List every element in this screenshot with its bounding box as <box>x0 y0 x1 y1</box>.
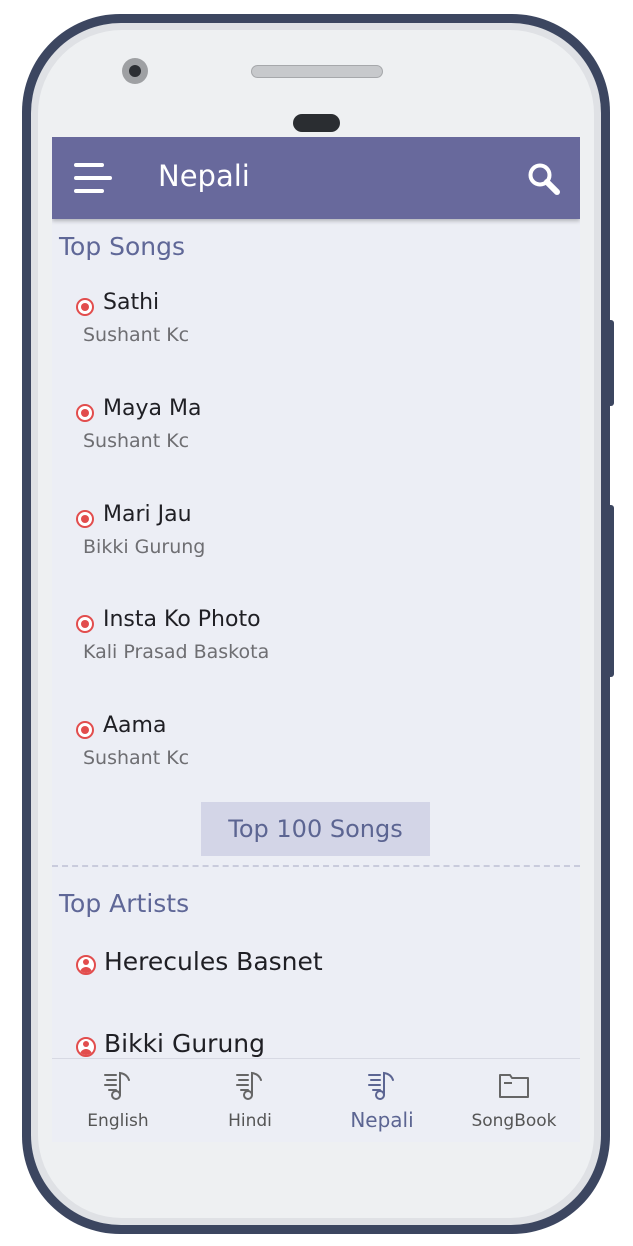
page-title: Nepali <box>158 159 250 193</box>
nav-tab-songbook[interactable]: SongBook <box>448 1059 580 1142</box>
song-item-sathi[interactable]: Sathi Sushant Kc <box>74 290 554 366</box>
song-artist: Sushant Kc <box>83 324 190 346</box>
nav-tab-english[interactable]: English <box>52 1059 184 1142</box>
nav-label: English <box>87 1111 149 1131</box>
folder-icon <box>499 1074 529 1098</box>
song-artist: Sushant Kc <box>83 747 190 769</box>
nav-label: Hindi <box>228 1111 272 1131</box>
nav-label: SongBook <box>471 1111 557 1131</box>
song-title: Sathi <box>103 290 160 315</box>
front-camera <box>122 58 148 84</box>
volume-up-button <box>608 320 614 406</box>
bottom-navigation: English Hindi Nepali SongBook <box>52 1058 580 1142</box>
search-icon[interactable] <box>526 161 562 197</box>
phone-chin <box>52 1142 580 1196</box>
person-icon <box>76 1037 96 1057</box>
hamburger-menu-icon[interactable] <box>74 161 114 195</box>
music-list-icon <box>236 1071 262 1100</box>
music-list-icon <box>368 1071 394 1100</box>
song-item-mari-jau[interactable]: Mari Jau Bikki Gurung <box>74 502 554 578</box>
record-icon <box>76 298 94 316</box>
nav-label: Nepali <box>350 1108 414 1132</box>
song-artist: Bikki Gurung <box>83 536 206 558</box>
top-100-songs-button[interactable]: Top 100 Songs <box>201 802 430 856</box>
section-divider <box>52 865 580 867</box>
song-artist: Kali Prasad Baskota <box>83 641 270 663</box>
power-button <box>608 505 614 677</box>
artist-name: Herecules Basnet <box>104 947 323 976</box>
song-item-insta-ko-photo[interactable]: Insta Ko Photo Kali Prasad Baskota <box>74 607 554 683</box>
song-item-aama[interactable]: Aama Sushant Kc <box>74 713 554 789</box>
proximity-sensor <box>293 114 340 132</box>
top-songs-heading: Top Songs <box>59 232 186 261</box>
song-title: Insta Ko Photo <box>103 607 261 632</box>
song-title: Aama <box>103 713 167 738</box>
record-icon <box>76 615 94 633</box>
person-icon <box>76 955 96 975</box>
song-item-maya-ma[interactable]: Maya Ma Sushant Kc <box>74 396 554 472</box>
artist-item-herecules-basnet[interactable]: Herecules Basnet <box>74 945 554 985</box>
music-list-icon <box>104 1071 130 1100</box>
nav-tab-nepali[interactable]: Nepali <box>316 1059 448 1142</box>
earpiece-speaker <box>251 65 383 78</box>
song-title: Maya Ma <box>103 396 202 421</box>
app-screen: Nepali Top Songs Sathi Sushant Kc Maya M… <box>52 137 580 1142</box>
artist-name: Bikki Gurung <box>104 1029 265 1058</box>
app-bar: Nepali <box>52 137 580 219</box>
song-artist: Sushant Kc <box>83 430 190 452</box>
nav-tab-hindi[interactable]: Hindi <box>184 1059 316 1142</box>
song-title: Mari Jau <box>103 502 192 527</box>
top-artists-heading: Top Artists <box>59 889 190 918</box>
record-icon <box>76 510 94 528</box>
record-icon <box>76 721 94 739</box>
record-icon <box>76 404 94 422</box>
